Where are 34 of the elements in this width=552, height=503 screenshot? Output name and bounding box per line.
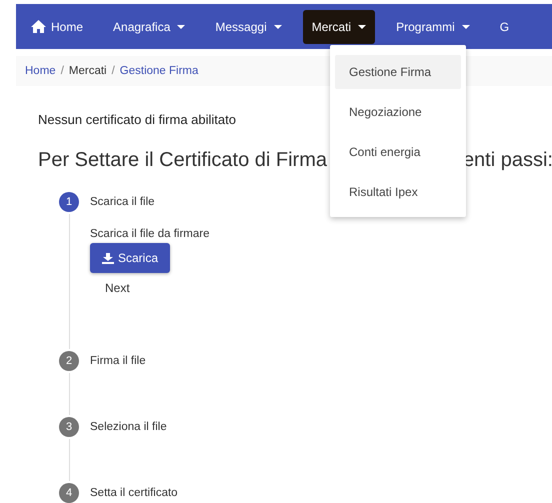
- home-link[interactable]: Home: [22, 10, 92, 44]
- download-button[interactable]: Scarica: [90, 243, 170, 273]
- step-description: Scarica il file da firmare: [90, 228, 211, 240]
- step-number: 1: [59, 192, 79, 212]
- menu-item[interactable]: Gestione Firma: [335, 55, 461, 89]
- breadcrumb-current: Mercati: [68, 65, 107, 77]
- step-number: 4: [59, 483, 79, 503]
- step-number: 3: [59, 417, 79, 437]
- caret-icon: [177, 24, 186, 28]
- breadcrumb-separator: /: [60, 65, 64, 77]
- notice-text: Nessun certificato di firma abilitato: [38, 112, 236, 127]
- menu-item[interactable]: Risultati Ipex: [335, 175, 461, 209]
- step-label: Firma il file: [90, 355, 146, 367]
- home-icon: [31, 20, 46, 33]
- download-icon: [102, 252, 114, 264]
- nav-menu[interactable]: Anagrafica: [104, 10, 194, 44]
- breadcrumb-link[interactable]: Gestione Firma: [120, 65, 198, 77]
- menu-item[interactable]: Negoziazione: [335, 95, 461, 129]
- breadcrumb-link[interactable]: Home: [25, 65, 56, 77]
- step-label: Scarica il file: [90, 196, 155, 208]
- caret-icon: [358, 24, 366, 28]
- nav-menu[interactable]: Programmi: [387, 10, 479, 44]
- step-label: Setta il certificato: [90, 487, 178, 499]
- step-label: Seleziona il file: [90, 421, 167, 433]
- breadcrumb-separator: /: [112, 65, 115, 77]
- caret-icon: [274, 24, 282, 28]
- menu-item[interactable]: Conti energia: [335, 135, 461, 169]
- step-number: 2: [59, 351, 79, 371]
- nav-menu[interactable]: G: [490, 10, 518, 44]
- heading-text: Per Settare il Certificato di Firma: [38, 149, 327, 172]
- nav-menu[interactable]: Messaggi: [206, 10, 291, 44]
- caret-icon: [462, 24, 470, 28]
- next-button[interactable]: Next: [90, 281, 145, 295]
- nav-menu[interactable]: Mercati: [302, 10, 376, 44]
